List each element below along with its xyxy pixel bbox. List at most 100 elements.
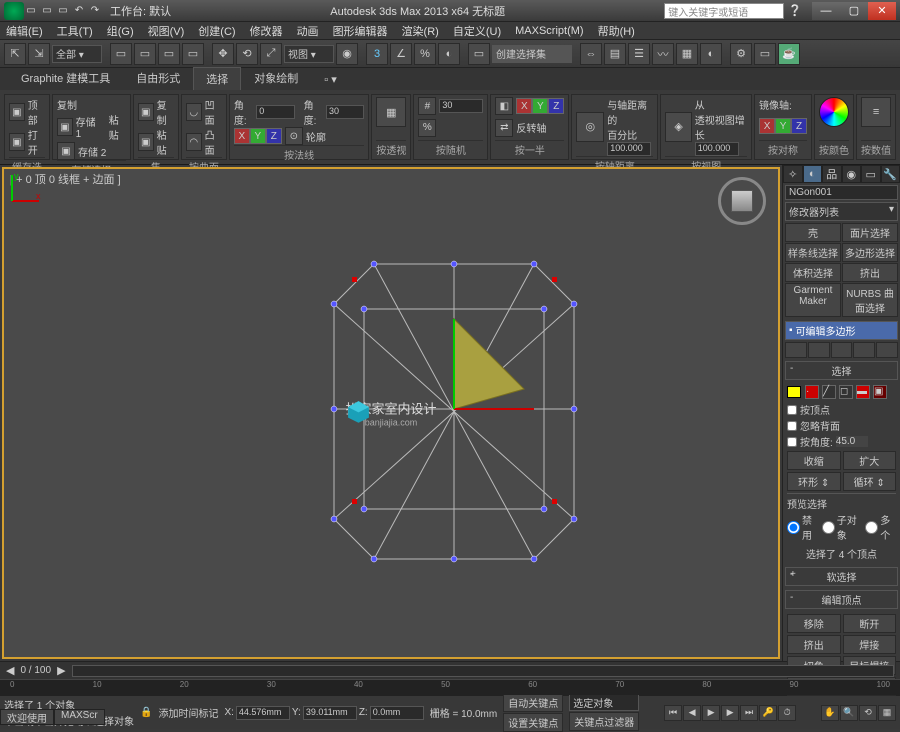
loop-button[interactable]: 循环 ⇕ <box>843 472 897 491</box>
layers-icon[interactable]: ☰ <box>628 43 650 65</box>
maximize-button[interactable]: ▢ <box>840 2 868 20</box>
menu-help[interactable]: 帮助(H) <box>598 23 635 39</box>
render-setup-icon[interactable]: ⚙ <box>730 43 752 65</box>
preview-multi-radio[interactable] <box>865 521 878 534</box>
unlink-icon[interactable]: ⇲ <box>28 43 50 65</box>
element-mode-icon[interactable]: ▣ <box>873 385 887 399</box>
y-coord[interactable]: 39.011mm <box>303 706 357 720</box>
time-track[interactable] <box>72 665 894 677</box>
help-icon[interactable]: ❔ <box>788 4 802 17</box>
named-sel-icon[interactable]: ▭ <box>468 43 490 65</box>
time-slider[interactable]: ◀ 0 / 100 ▶ <box>0 661 900 679</box>
copy-icon[interactable]: ▣ <box>138 103 154 121</box>
select-link-icon[interactable]: ⇱ <box>4 43 26 65</box>
half-icon[interactable]: ◧ <box>495 97 513 115</box>
modifier-stack[interactable]: ▪可编辑多边形 <box>785 321 898 340</box>
angle-snap-icon[interactable]: ∠ <box>390 43 412 65</box>
poly-mode-icon[interactable]: ▬ <box>856 385 870 399</box>
slot1-icon[interactable]: ▣ <box>57 118 73 136</box>
vertex-mode-icon[interactable]: · <box>805 385 819 399</box>
snap-icon[interactable]: 3 <box>366 43 388 65</box>
rollout-softsel[interactable]: +软选择 <box>785 567 898 586</box>
qat-open-icon[interactable]: ▭ <box>40 4 54 18</box>
ignore-backface-check[interactable] <box>787 421 797 431</box>
color-swatch[interactable] <box>787 386 801 398</box>
by-angle-check[interactable] <box>787 437 797 447</box>
preview-sub-radio[interactable] <box>822 521 835 534</box>
render-icon[interactable]: ☕ <box>778 43 800 65</box>
setkey-button[interactable]: 设置关键点 <box>503 713 563 732</box>
concave-icon[interactable]: ◡ <box>186 103 202 121</box>
menu-tools[interactable]: 工具(T) <box>57 23 93 39</box>
window-crossing-icon[interactable]: ▭ <box>182 43 204 65</box>
material-icon[interactable]: ◐ <box>700 43 722 65</box>
align-icon[interactable]: ▤ <box>604 43 626 65</box>
menu-customize[interactable]: 自定义(U) <box>453 23 501 39</box>
tab-expand-icon[interactable]: ▫ ▾ <box>311 69 349 90</box>
app-menu-icon[interactable] <box>4 2 24 20</box>
angle2-spinner[interactable]: 30 <box>326 105 364 119</box>
mirror-icon[interactable]: ⇔ <box>580 43 602 65</box>
menu-maxscript[interactable]: MAXScript(M) <box>515 25 583 37</box>
menu-modifiers[interactable]: 修改器 <box>250 23 283 39</box>
menu-group[interactable]: 组(G) <box>107 23 134 39</box>
view-spinner[interactable]: 100.000 <box>695 142 739 156</box>
modifier-list[interactable]: 修改器列表▾ <box>785 202 898 221</box>
pivot-spinner[interactable]: 100.000 <box>607 142 651 156</box>
rollout-selection[interactable]: 选择 <box>785 361 898 380</box>
shrink-button[interactable]: 收缩 <box>787 451 841 470</box>
workspace-selector[interactable]: 工作台: 默认 <box>110 3 171 19</box>
motion-tab-icon[interactable]: ◉ <box>842 165 862 183</box>
select-rect-icon[interactable]: ▭ <box>158 43 180 65</box>
key-filters-button[interactable]: 关键点过滤器 <box>569 712 639 731</box>
qat-save-icon[interactable]: ▭ <box>56 4 70 18</box>
menu-view[interactable]: 视图(V) <box>148 23 185 39</box>
scale-icon[interactable]: ⤢ <box>260 43 282 65</box>
paste-icon[interactable]: ▣ <box>138 133 154 151</box>
maximize-vp-icon[interactable]: ▦ <box>878 705 896 721</box>
menu-animation[interactable]: 动画 <box>297 23 319 39</box>
qat-new-icon[interactable]: ▭ <box>24 4 38 18</box>
mod-spline[interactable]: 样条线选择 <box>785 243 841 262</box>
goto-start-icon[interactable]: ⏮ <box>664 705 682 721</box>
convex-icon[interactable]: ◠ <box>186 133 202 151</box>
top-icon[interactable]: ▣ <box>9 103 25 121</box>
tab-graphite[interactable]: Graphite 建模工具 <box>8 66 123 90</box>
tab-selection[interactable]: 选择 <box>193 67 241 90</box>
zoom-icon[interactable]: 🔍 <box>840 705 858 721</box>
slot2-icon[interactable]: ▣ <box>57 142 75 160</box>
lock-icon[interactable]: 🔒 <box>140 707 152 718</box>
create-tab-icon[interactable]: ✧ <box>783 165 803 183</box>
add-time-tag[interactable]: 添加时间标记 <box>158 705 218 720</box>
angle1-spinner[interactable]: 0 <box>256 105 294 119</box>
close-button[interactable]: ✕ <box>868 2 896 20</box>
pan-icon[interactable]: ✋ <box>821 705 839 721</box>
outline-icon[interactable]: ⊙ <box>285 127 303 145</box>
slider-left-icon[interactable]: ◀ <box>6 664 14 677</box>
mod-poly[interactable]: 多边形选择 <box>842 243 898 262</box>
rollout-editverts[interactable]: 编辑顶点 <box>785 590 898 609</box>
mod-nurbs[interactable]: NURBS 曲面选择 <box>842 283 898 317</box>
x-coord[interactable]: 44.576mm <box>236 706 290 720</box>
autokey-button[interactable]: 自动关键点 <box>503 693 563 712</box>
remove-button[interactable]: 移除 <box>787 614 841 633</box>
key-mode-icon[interactable]: 🔑 <box>759 705 777 721</box>
tab-maxscript[interactable]: MAXScr <box>54 709 105 725</box>
qat-undo-icon[interactable]: ↶ <box>72 4 86 18</box>
ref-coord[interactable]: 视图 ▾ <box>284 45 334 63</box>
object-name-field[interactable]: NGon001 <box>785 185 898 200</box>
open-icon[interactable]: ▣ <box>9 133 25 151</box>
mod-extrude[interactable]: 挤出 <box>842 263 898 282</box>
edge-mode-icon[interactable]: ╱ <box>822 385 836 399</box>
rotate-icon[interactable]: ⟲ <box>236 43 258 65</box>
tab-paint[interactable]: 对象绘制 <box>241 66 311 90</box>
pivot-icon[interactable]: ◉ <box>336 43 358 65</box>
color-wheel-icon[interactable] <box>819 97 849 127</box>
tab-freeform[interactable]: 自由形式 <box>123 66 193 90</box>
menu-create[interactable]: 创建(C) <box>198 23 235 39</box>
tab-welcome[interactable]: 欢迎使用 <box>0 709 54 725</box>
view-grow-icon[interactable]: ◈ <box>665 112 691 142</box>
flip-icon[interactable]: ⇄ <box>495 119 513 137</box>
goto-end-icon[interactable]: ⏭ <box>740 705 758 721</box>
random-icon[interactable]: # <box>418 97 436 115</box>
